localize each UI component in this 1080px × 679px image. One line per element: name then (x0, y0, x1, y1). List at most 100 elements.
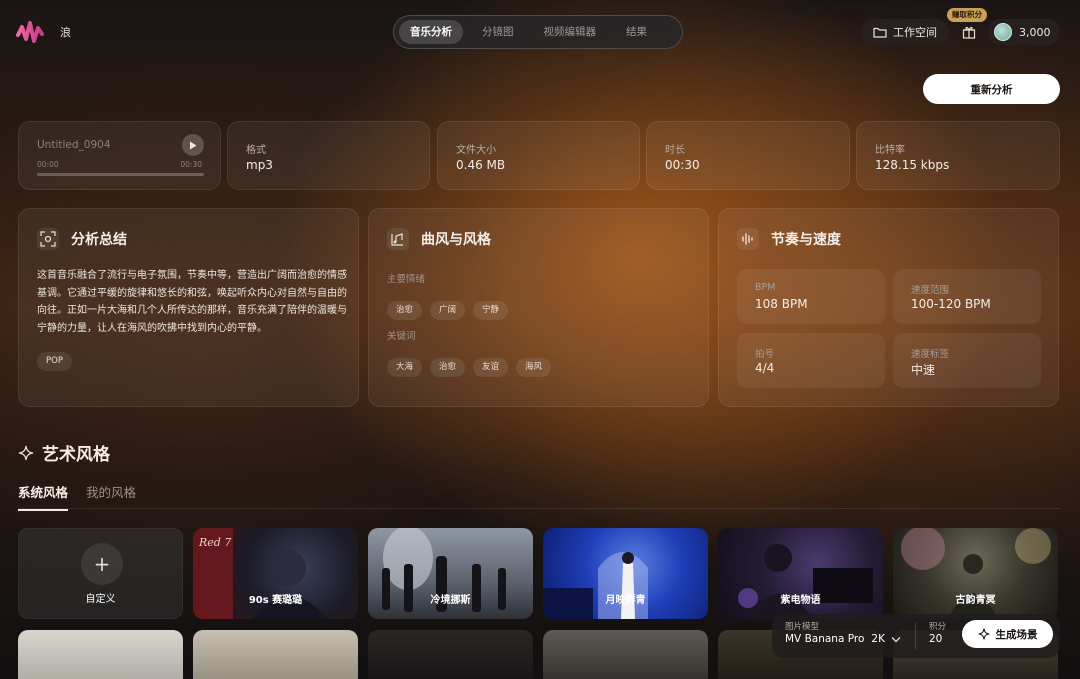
model-selector[interactable]: MV Banana Pro 2K (785, 633, 901, 645)
logo-waveform-icon[interactable] (16, 19, 46, 45)
tile-label: 90s 赛璐璐 (248, 595, 303, 606)
genre-style-panel: 曲风与风格 主要情绪 治愈 广阔 宁静 关键词 大海 治愈 友谊 海风 (368, 208, 709, 407)
tab-system-styles[interactable]: 系统风格 (18, 482, 69, 511)
avatar (994, 23, 1012, 41)
total-time: 00:30 (180, 160, 202, 169)
top-bar: 浪 音乐分析 分镜图 视频编辑器 结果 工作空间 赚取积分 3,000 (0, 0, 1080, 62)
style-tile-moonlit-ultramarine[interactable]: 月映群青 (543, 528, 708, 619)
tile-label: 冷境挪斯 (430, 595, 471, 606)
metric-label: 速度范围 (911, 285, 950, 296)
metric-value: 108 BPM (755, 297, 808, 311)
info-label: 格式 (246, 145, 266, 156)
summary-text: 这首音乐融合了流行与电子氛围，节奏中等，营造出广阔而治愈的情感基调。它通过平缓的… (37, 270, 347, 334)
mood-tag: 治愈 (387, 301, 423, 320)
user-points[interactable]: 3,000 (988, 19, 1060, 45)
sparkle-icon (978, 628, 989, 640)
style-tile-row2-4[interactable] (543, 630, 708, 679)
tile-label: 紫电物语 (780, 595, 821, 606)
points-cost-label: 积分 (929, 622, 947, 632)
keyword-tag: 大海 (387, 358, 423, 377)
workspace-label: 工作空间 (893, 26, 937, 39)
metric-label: 速度标签 (911, 349, 950, 360)
tile-label: 自定义 (85, 594, 116, 605)
info-label: 比特率 (875, 145, 905, 156)
style-tabs: 系统风格 我的风格 (18, 482, 154, 511)
plus-icon: + (81, 543, 123, 585)
metric-bpm: BPM 108 BPM (737, 269, 885, 324)
points-value: 3,000 (1019, 25, 1051, 39)
summary-title: 分析总结 (71, 232, 127, 248)
info-card-bitrate: 比特率 128.15 kbps (856, 121, 1060, 190)
model-value: MV Banana Pro (785, 633, 865, 645)
sparkle-icon (18, 445, 34, 460)
audio-bars-icon (737, 228, 759, 250)
mood-tag: 宁静 (473, 301, 509, 320)
brand-name: 浪 (60, 26, 71, 39)
tab-storyboard[interactable]: 分镜图 (471, 20, 525, 44)
divider (915, 622, 916, 650)
metric-value: 中速 (911, 363, 936, 377)
info-card-file-size: 文件大小 0.46 MB (437, 121, 640, 190)
mood-tags: 治愈 广阔 宁静 (387, 297, 516, 320)
art-style-title: 艺术风格 (42, 445, 110, 465)
mood-tag: 广阔 (430, 301, 466, 320)
keyword-tag: 友谊 (473, 358, 509, 377)
metric-time-signature: 拍号 4/4 (737, 333, 885, 388)
info-card-format: 格式 mp3 (227, 121, 430, 190)
genre-tag: POP (37, 352, 72, 371)
info-value: 00:30 (665, 158, 700, 172)
playback-progress-bar[interactable] (37, 173, 204, 176)
gift-icon (962, 26, 976, 39)
info-value: 128.15 kbps (875, 158, 950, 172)
model-label: 图片模型 (785, 622, 820, 632)
tab-results[interactable]: 结果 (615, 20, 658, 44)
play-button[interactable] (182, 134, 204, 156)
info-label: 时长 (665, 145, 685, 156)
music-note-icon (387, 228, 409, 250)
rhythm-tempo-panel: 节奏与速度 BPM 108 BPM 速度范围 100-120 BPM 拍号 4/… (718, 208, 1059, 407)
rhythm-title: 节奏与速度 (771, 232, 841, 248)
generate-scene-bar: 图片模型 MV Banana Pro 2K 积分 20 生成场景 (772, 614, 1060, 658)
analysis-summary-panel: 分析总结 这首音乐融合了流行与电子氛围，节奏中等，营造出广阔而治愈的情感基调。它… (18, 208, 359, 407)
points-cost-value: 20 (929, 633, 943, 645)
mood-label: 主要情绪 (387, 274, 426, 285)
art-style-header: 艺术风格 (18, 440, 110, 465)
info-label: 文件大小 (456, 145, 496, 156)
keyword-tags: 大海 治愈 友谊 海风 (387, 354, 559, 377)
play-icon (190, 141, 197, 149)
keyword-tag: 治愈 (430, 358, 466, 377)
scan-icon (37, 228, 59, 250)
tab-music-analysis[interactable]: 音乐分析 (399, 20, 463, 44)
generate-scene-button[interactable]: 生成场景 (962, 620, 1053, 648)
tab-video-editor[interactable]: 视频编辑器 (533, 20, 608, 44)
style-tile-90s-cel[interactable]: Red 7 90s 赛璐璐 (193, 528, 358, 619)
style-tile-violet-tale[interactable]: 紫电物语 (718, 528, 883, 619)
style-tile-cold-nordic[interactable]: 冷境挪斯 (368, 528, 533, 619)
metric-tempo-tag: 速度标签 中速 (893, 333, 1041, 388)
tile-label: 月映群青 (605, 595, 646, 606)
chevron-down-icon (891, 636, 901, 642)
metric-value: 100-120 BPM (911, 297, 991, 311)
earn-points-badge[interactable]: 赚取积分 (947, 8, 987, 22)
workspace-button[interactable]: 工作空间 (861, 19, 949, 45)
info-value: 0.46 MB (456, 158, 506, 172)
metric-value: 4/4 (755, 361, 775, 375)
metric-label: 拍号 (755, 349, 775, 360)
metric-label: BPM (755, 282, 776, 293)
tab-my-styles[interactable]: 我的风格 (86, 482, 136, 511)
gift-button[interactable] (955, 19, 983, 45)
audio-player-card: Untitled_0904 00:00 00:30 (18, 121, 221, 190)
info-card-duration: 时长 00:30 (646, 121, 850, 190)
style-tile-row2-3[interactable] (368, 630, 533, 679)
current-time: 00:00 (37, 160, 59, 169)
custom-style-tile[interactable]: + 自定义 (18, 528, 183, 619)
keyword-tag: 海风 (516, 358, 552, 377)
generate-label: 生成场景 (995, 628, 1038, 641)
divider (18, 508, 1060, 509)
resolution-value: 2K (871, 633, 885, 645)
reanalyze-button[interactable]: 重新分析 (923, 74, 1060, 104)
style-tile-ancient-verdant[interactable]: 古韵青冥 (893, 528, 1058, 619)
style-tile-row2-1[interactable] (18, 630, 183, 679)
style-title: 曲风与风格 (421, 232, 491, 248)
style-tile-row2-2[interactable] (193, 630, 358, 679)
